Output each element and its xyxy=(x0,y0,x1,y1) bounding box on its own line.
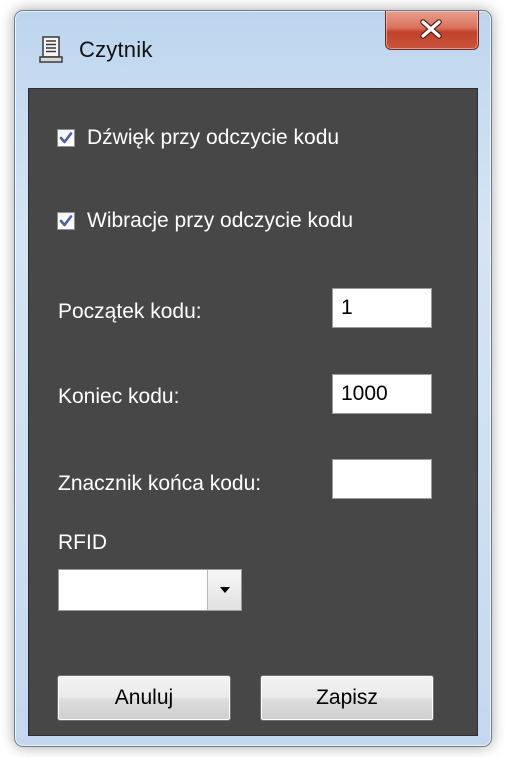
chevron-down-icon xyxy=(220,587,230,593)
code-end-marker-input[interactable] xyxy=(332,459,432,499)
window-title: Czytnik xyxy=(79,37,153,62)
rfid-select[interactable] xyxy=(58,569,242,611)
checkmark-icon xyxy=(59,215,73,227)
code-start-input[interactable] xyxy=(332,288,432,328)
vibration-checkbox-row[interactable]: Wibracje przy odczycie kodu xyxy=(57,206,353,236)
code-end-input[interactable] xyxy=(332,374,432,414)
vibration-checkbox-label: Wibracje przy odczycie kodu xyxy=(87,209,354,232)
sound-checkbox-label: Dźwięk przy odczycie kodu xyxy=(87,126,340,149)
code-end-marker-label: Znacznik końca kodu: xyxy=(58,472,262,495)
cancel-button[interactable]: Anuluj xyxy=(57,675,231,721)
checkmark-icon xyxy=(59,132,73,144)
code-start-label: Początek kodu: xyxy=(58,300,202,323)
save-button[interactable]: Zapisz xyxy=(260,675,434,721)
dialog-content: Dźwięk przy odczycie kodu Wibracje przy … xyxy=(28,88,478,736)
close-button[interactable] xyxy=(385,11,479,50)
dialog-window: Czytnik Dźwięk przy odczycie kodu Wibrac… xyxy=(14,10,492,747)
rfid-label: RFID xyxy=(58,531,107,554)
title-bar[interactable]: Czytnik xyxy=(15,11,491,87)
reader-device-icon xyxy=(39,36,65,64)
sound-checkbox-row[interactable]: Dźwięk przy odczycie kodu xyxy=(57,123,339,153)
code-end-label: Koniec kodu: xyxy=(58,385,180,408)
vibration-checkbox[interactable] xyxy=(57,212,75,230)
dropdown-arrow-button[interactable] xyxy=(207,570,241,610)
sound-checkbox[interactable] xyxy=(57,129,75,147)
